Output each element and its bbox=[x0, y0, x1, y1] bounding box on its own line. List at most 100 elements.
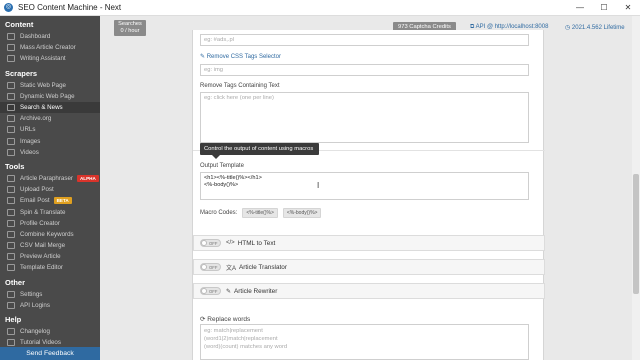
sidebar-item[interactable]: URLs bbox=[0, 124, 100, 135]
article-translator-row[interactable]: OFF 文A Article Translator bbox=[193, 259, 545, 275]
sidebar-section-header: Tools bbox=[5, 161, 25, 171]
sidebar-item[interactable]: Email Post BETA bbox=[0, 195, 100, 206]
sidebar-item-label: Dashboard bbox=[20, 33, 51, 41]
sidebar-item-label: Upload Post bbox=[20, 186, 54, 194]
link-icon bbox=[7, 126, 15, 134]
sidebar-item-label: Videos bbox=[20, 148, 39, 156]
edit-icon: ✎ bbox=[200, 54, 207, 60]
sidebar-item[interactable]: Preview Article bbox=[0, 251, 100, 262]
html-to-text-toggle[interactable]: OFF bbox=[200, 239, 221, 247]
pen-icon bbox=[7, 55, 15, 63]
top-selector-input[interactable]: eg: #ads,.pl bbox=[200, 34, 529, 46]
maximize-icon[interactable]: ☐ bbox=[592, 0, 616, 16]
sidebar-item[interactable]: Mass Article Creator bbox=[0, 42, 100, 53]
toggle-state: OFF bbox=[209, 265, 218, 270]
sidebar-section-header: Other bbox=[5, 277, 26, 287]
sidebar-item[interactable]: Dynamic Web Page bbox=[0, 91, 100, 102]
sidebar-item[interactable]: Profile Creator bbox=[0, 218, 100, 229]
sidebar-item[interactable]: Settings bbox=[0, 289, 100, 300]
email-icon bbox=[7, 197, 15, 205]
send-feedback-button[interactable]: Send Feedback bbox=[0, 347, 100, 360]
status-badge: BETA bbox=[53, 197, 72, 205]
sidebar-section-header: Content bbox=[5, 20, 34, 29]
sidebar: Content Dashboard Mass Article Creator Writ… bbox=[0, 16, 100, 360]
sidebar-item[interactable]: Archive.org bbox=[0, 113, 100, 124]
web-icon bbox=[7, 81, 15, 89]
sidebar-item[interactable]: Static Web Page bbox=[0, 80, 100, 91]
html-to-text-row[interactable]: OFF </> HTML to Text bbox=[193, 235, 545, 251]
sidebar-item[interactable]: Article Paraphraser ALPHA bbox=[0, 173, 100, 184]
sidebar-item[interactable]: Dashboard bbox=[0, 31, 100, 42]
toggle-knob bbox=[201, 288, 207, 294]
sidebar-item-label: Writing Assistant bbox=[20, 55, 66, 63]
toggle-state: OFF bbox=[209, 241, 218, 246]
close-icon[interactable]: ✕ bbox=[616, 0, 640, 16]
spin-icon bbox=[7, 208, 15, 216]
text-cursor-icon: I bbox=[317, 181, 320, 190]
output-template-line-1: <h1><%-title()%></h1> bbox=[204, 175, 262, 181]
replace-words-placeholder-3: (word)(count) matches any word bbox=[204, 344, 288, 350]
replace-words-header: ⟳ Replace words bbox=[200, 315, 250, 323]
title-bar: ◎ SEO Content Machine - Next — ☐ ✕ bbox=[0, 0, 640, 16]
replace-words-placeholder-1: eg: match|replacement bbox=[204, 328, 263, 334]
article-rewriter-toggle[interactable]: OFF bbox=[200, 287, 221, 295]
sidebar-item[interactable]: Changelog bbox=[0, 326, 100, 337]
replace-words-textarea[interactable]: eg: match|replacement (word1|2)match|rep… bbox=[200, 324, 529, 360]
sidebar-item[interactable]: Combine Keywords bbox=[0, 229, 100, 240]
article-translator-toggle[interactable]: OFF bbox=[200, 263, 221, 271]
output-template-textarea[interactable]: <h1><%-title()%></h1> <%-body()%> bbox=[200, 172, 529, 200]
sidebar-item-label: Combine Keywords bbox=[20, 230, 74, 238]
sidebar-item[interactable]: Template Editor bbox=[0, 262, 100, 273]
sidebar-item-label: Archive.org bbox=[20, 115, 52, 123]
article-rewriter-row[interactable]: OFF ✎ Article Rewriter bbox=[193, 283, 545, 299]
gear-icon bbox=[7, 290, 15, 298]
sidebar-item-label: Spin & Translate bbox=[20, 208, 66, 216]
macro-chip-title[interactable]: <%-title()%> bbox=[242, 208, 278, 218]
sidebar-item[interactable]: CSV Mail Merge bbox=[0, 240, 100, 251]
article-rewriter-label: Article Rewriter bbox=[234, 287, 278, 295]
sidebar-item[interactable]: Writing Assistant bbox=[0, 53, 100, 64]
key-icon bbox=[7, 301, 15, 309]
main-scrollbar[interactable] bbox=[632, 16, 640, 360]
searches-per-hour-badge: Searches 0 / hour bbox=[114, 20, 146, 36]
sidebar-item[interactable]: Videos bbox=[0, 147, 100, 158]
output-template-label: Output Template bbox=[200, 163, 244, 169]
scrollbar-thumb[interactable] bbox=[633, 174, 639, 294]
sidebar-item-label: Search & News bbox=[20, 104, 63, 112]
remove-css-tags-link[interactable]: ✎ Remove CSS Tags Selector bbox=[200, 53, 281, 60]
css-tags-selector-input[interactable]: eg: img bbox=[200, 64, 529, 76]
searches-label: Searches bbox=[118, 21, 142, 27]
web-icon bbox=[7, 92, 15, 100]
image-icon bbox=[7, 137, 15, 145]
changelog-icon bbox=[7, 328, 15, 336]
sidebar-item-label: Settings bbox=[20, 290, 43, 298]
settings-panel: eg: #ads,.pl ✎ Remove CSS Tags Selector … bbox=[192, 30, 545, 360]
combine-icon bbox=[7, 230, 15, 238]
sidebar-item[interactable]: Spin & Translate bbox=[0, 206, 100, 217]
minimize-icon[interactable]: — bbox=[568, 0, 592, 16]
translate-icon: 文A bbox=[226, 265, 237, 272]
searches-value: 0 / hour bbox=[120, 28, 140, 34]
toggle-knob bbox=[201, 240, 207, 246]
archive-icon bbox=[7, 115, 15, 123]
sidebar-item-label: Changelog bbox=[20, 328, 50, 336]
upload-icon bbox=[7, 186, 15, 194]
sidebar-section-header: Help bbox=[5, 314, 22, 324]
sidebar-item[interactable]: Upload Post bbox=[0, 184, 100, 195]
sidebar-item-label: Tutorial Videos bbox=[20, 339, 61, 347]
video-icon bbox=[7, 148, 15, 156]
sidebar-item-label: Preview Article bbox=[20, 253, 61, 261]
macro-chip-body[interactable]: <%-body()%> bbox=[282, 208, 322, 218]
version-link[interactable]: ◷ 2021.4.562 Lifetime bbox=[565, 24, 625, 31]
sidebar-item-label: Mass Article Creator bbox=[20, 44, 76, 52]
sidebar-item-label: Email Post bbox=[20, 197, 50, 205]
sidebar-item[interactable]: API Logins bbox=[0, 300, 100, 311]
sidebar-item[interactable]: Images bbox=[0, 136, 100, 147]
macro-codes-label: Macro Codes: bbox=[200, 210, 238, 216]
sidebar-item[interactable]: Search & News bbox=[0, 101, 100, 114]
window-title: SEO Content Machine - Next bbox=[18, 3, 122, 12]
code-icon: </> bbox=[226, 240, 235, 246]
sidebar-item-label: Images bbox=[20, 137, 41, 145]
remove-tags-textarea[interactable]: eg: click here (one per line) bbox=[200, 92, 529, 143]
sidebar-item-label: Template Editor bbox=[20, 264, 63, 272]
